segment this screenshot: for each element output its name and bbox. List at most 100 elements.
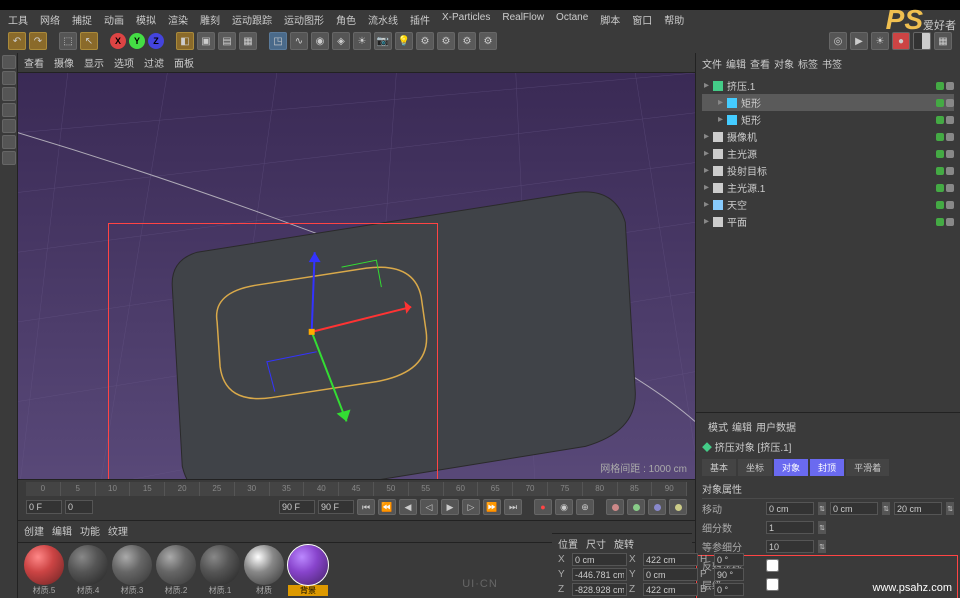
attr-tab-caps[interactable]: 封顶 — [810, 459, 844, 476]
timeline-current-input[interactable] — [65, 500, 93, 514]
menu-item[interactable]: 动画 — [104, 12, 124, 27]
tree-row[interactable]: ▸主光源 — [702, 145, 954, 162]
subdiv-input[interactable] — [766, 521, 814, 534]
model-mode-icon[interactable] — [2, 55, 16, 69]
object-mode-icon[interactable] — [2, 71, 16, 85]
pos-z-input[interactable] — [572, 583, 627, 596]
material-preview[interactable] — [244, 545, 284, 585]
key-scale-icon[interactable] — [627, 499, 645, 515]
key-options-icon[interactable]: ⊕ — [576, 499, 594, 515]
tool-icon[interactable]: ⚙ — [458, 32, 476, 50]
menu-item[interactable]: Octane — [556, 12, 588, 27]
attr-menu[interactable]: 用户数据 — [756, 419, 796, 434]
deformer-icon[interactable]: ◈ — [332, 32, 350, 50]
render-settings-icon[interactable]: ▤ — [218, 32, 236, 50]
panel-tab[interactable]: 编辑 — [726, 56, 746, 71]
pos-x-input[interactable] — [572, 553, 627, 566]
size-x-input[interactable] — [643, 553, 698, 566]
menu-item[interactable]: 帮助 — [664, 12, 684, 27]
view-tab[interactable]: 显示 — [84, 55, 104, 70]
iso-input[interactable] — [766, 540, 814, 553]
attr-tab-phong[interactable]: 平滑着 — [846, 459, 889, 476]
rot-p-input[interactable] — [714, 568, 744, 581]
timeline-track[interactable]: 051015202530354045505560657075808590 — [26, 482, 687, 496]
menu-item[interactable]: 工具 — [8, 12, 28, 27]
move-z-input[interactable] — [894, 502, 942, 515]
menu-item[interactable]: 网络 — [40, 12, 60, 27]
material-preview[interactable] — [24, 545, 64, 585]
rot-b-input[interactable] — [714, 583, 744, 596]
light-icon[interactable]: 💡 — [395, 32, 413, 50]
attr-tab-coord[interactable]: 坐标 — [738, 459, 772, 476]
menu-item[interactable]: 捕捉 — [72, 12, 92, 27]
next-key-icon[interactable]: ⏩ — [483, 499, 501, 515]
pos-y-input[interactable] — [572, 568, 627, 581]
spinner-icon[interactable]: ⇅ — [946, 502, 954, 515]
menu-item[interactable]: 脚本 — [600, 12, 620, 27]
axis-y-icon[interactable]: Y — [129, 33, 145, 49]
move-y-input[interactable] — [830, 502, 878, 515]
panel-tab[interactable]: 书签 — [822, 56, 842, 71]
attr-tab-object[interactable]: 对象 — [774, 459, 808, 476]
generator-icon[interactable]: ◉ — [311, 32, 329, 50]
timeline-max-input[interactable] — [318, 500, 354, 514]
material-preview[interactable] — [156, 545, 196, 585]
poly-mode-icon[interactable] — [2, 119, 16, 133]
redo-icon[interactable]: ↷ — [29, 32, 47, 50]
key-rot-icon[interactable] — [648, 499, 666, 515]
render-icon[interactable]: ▣ — [197, 32, 215, 50]
point-mode-icon[interactable] — [2, 87, 16, 101]
prev-key-icon[interactable]: ⏪ — [378, 499, 396, 515]
menu-item[interactable]: 角色 — [336, 12, 356, 27]
view-tab[interactable]: 过滤 — [144, 55, 164, 70]
rot-h-input[interactable] — [714, 553, 744, 566]
material-tab[interactable]: 创建 — [24, 523, 44, 538]
tree-row[interactable]: ▸挤压.1 — [702, 77, 954, 94]
tree-row[interactable]: ▸矩形 — [702, 94, 954, 111]
attr-tab-basic[interactable]: 基本 — [702, 459, 736, 476]
key-pos-icon[interactable] — [606, 499, 624, 515]
timeline-start-input[interactable] — [26, 500, 62, 514]
tool-icon[interactable]: ⚙ — [416, 32, 434, 50]
tool-icon[interactable]: ⚙ — [479, 32, 497, 50]
menu-item[interactable]: 运动跟踪 — [232, 12, 272, 27]
move-x-input[interactable] — [766, 502, 814, 515]
tree-row[interactable]: ▸天空 — [702, 196, 954, 213]
size-z-input[interactable] — [643, 583, 698, 596]
flip-checkbox[interactable] — [766, 559, 779, 572]
goto-end-icon[interactable]: ⏭ — [504, 499, 522, 515]
view-tab[interactable]: 摄像 — [54, 55, 74, 70]
coords-tab[interactable]: 尺寸 — [586, 536, 606, 551]
material-tab[interactable]: 编辑 — [52, 523, 72, 538]
material-preview[interactable] — [200, 545, 240, 585]
menu-item[interactable]: 流水线 — [368, 12, 398, 27]
spinner-icon[interactable]: ⇅ — [882, 502, 890, 515]
view-tab[interactable]: 选项 — [114, 55, 134, 70]
spinner-icon[interactable]: ⇅ — [818, 521, 826, 534]
menu-item[interactable]: 雕刻 — [200, 12, 220, 27]
menu-item[interactable]: RealFlow — [502, 12, 544, 27]
axis-x-icon[interactable]: X — [110, 33, 126, 49]
next-frame-icon[interactable]: ▷ — [462, 499, 480, 515]
viewport-3d[interactable]: 网格间距 : 1000 cm — [18, 73, 695, 479]
key-param-icon[interactable] — [669, 499, 687, 515]
prev-frame-icon[interactable]: ◀ — [399, 499, 417, 515]
menu-item[interactable]: X-Particles — [442, 12, 490, 27]
spinner-icon[interactable]: ⇅ — [818, 540, 826, 553]
timeline-end-input[interactable] — [279, 500, 315, 514]
primitive-icon[interactable]: ◳ — [269, 32, 287, 50]
undo-icon[interactable]: ↶ — [8, 32, 26, 50]
edge-mode-icon[interactable] — [2, 103, 16, 117]
render-region-icon[interactable]: ◎ — [829, 32, 847, 50]
material-preview[interactable] — [288, 545, 328, 585]
tree-row[interactable]: ▸投射目标 — [702, 162, 954, 179]
autokey-icon[interactable]: ◉ — [555, 499, 573, 515]
panel-tab[interactable]: 查看 — [750, 56, 770, 71]
environment-icon[interactable]: ☀ — [353, 32, 371, 50]
menu-item[interactable]: 插件 — [410, 12, 430, 27]
panel-tab[interactable]: 文件 — [702, 56, 722, 71]
menu-item[interactable]: 渲染 — [168, 12, 188, 27]
play-back-icon[interactable]: ◁ — [420, 499, 438, 515]
axis-z-icon[interactable]: Z — [148, 33, 164, 49]
play-icon[interactable]: ▶ — [441, 499, 459, 515]
